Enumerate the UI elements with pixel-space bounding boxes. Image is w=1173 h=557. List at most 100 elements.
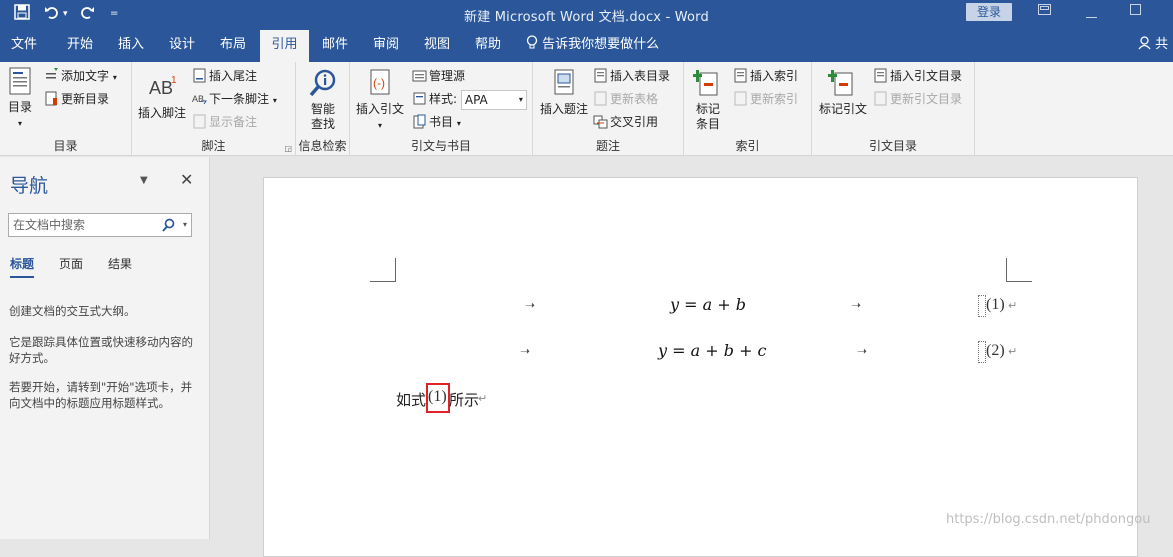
tab-view[interactable]: 视图: [413, 30, 461, 62]
search-dropdown-icon[interactable]: ▾: [183, 214, 187, 236]
dialog-launcher-icon[interactable]: ◲: [284, 144, 292, 153]
tell-me-box[interactable]: 告诉我你想要做什么: [526, 30, 659, 62]
share-button[interactable]: 共: [1138, 30, 1168, 62]
footnote-icon: AB1: [149, 75, 177, 98]
style-select[interactable]: APA ▾: [460, 89, 527, 110]
manage-sources-label: 管理源: [429, 69, 466, 83]
tab-mailings[interactable]: 邮件: [311, 30, 359, 62]
nav-options-icon[interactable]: ▼: [140, 175, 148, 186]
svg-text:(-): (-): [373, 76, 385, 90]
cross-reference-icon: [593, 115, 608, 129]
cross-reference-label: 交叉引用: [610, 115, 659, 129]
insert-footnote-button[interactable]: AB 1 插入脚注: [136, 72, 188, 121]
table-of-figures-icon: [594, 68, 607, 83]
add-text-icon: [46, 68, 58, 79]
update-table-icon: [594, 91, 607, 106]
smart-lookup-button[interactable]: 智能 查找: [300, 68, 346, 132]
insert-citation-button[interactable]: (-) 插入引文 ▾: [354, 68, 406, 133]
update-index-button[interactable]: 更新索引: [733, 89, 798, 109]
equation-2[interactable]: y = a + b + c: [658, 341, 767, 360]
mark-entry-button[interactable]: 标记 条目: [688, 68, 728, 132]
tab-layout[interactable]: 布局: [209, 30, 257, 62]
search-icon[interactable]: [162, 217, 175, 239]
tab-references[interactable]: 引用: [260, 30, 309, 62]
equation-2-number[interactable]: (2): [986, 342, 1005, 360]
svg-text:AB: AB: [149, 78, 173, 98]
bibliography-label: 书目: [429, 115, 454, 129]
nav-search-input[interactable]: 在文档中搜索 ▾: [8, 213, 192, 237]
insert-index-button[interactable]: 插入索引: [733, 66, 798, 86]
insert-tof-label: 插入表目录: [610, 69, 671, 83]
update-toc-icon: [45, 91, 57, 106]
show-notes-icon: [193, 114, 206, 129]
ribbon-display-icon[interactable]: [1038, 4, 1051, 19]
mark-entry-label-1: 标记: [695, 102, 720, 116]
nav-help-text-1: 创建文档的交互式大纲。: [9, 304, 136, 318]
tell-me-label: 告诉我你想要做什么: [542, 37, 660, 52]
insert-endnote-button[interactable]: 插入尾注: [192, 66, 257, 86]
update-table-button[interactable]: 更新表格: [593, 89, 658, 109]
show-notes-button[interactable]: 显示备注: [192, 112, 257, 132]
toc-button[interactable]: 目录 ▾: [4, 66, 36, 131]
group-label-footnotes: 脚注: [201, 139, 226, 153]
equation-1[interactable]: y = a + b: [670, 295, 746, 314]
body-text-before[interactable]: 如式: [396, 389, 426, 410]
insert-caption-button[interactable]: 插入题注: [537, 68, 591, 117]
close-icon[interactable]: ✕: [180, 170, 193, 189]
bibliography-button[interactable]: 书目 ▾: [412, 112, 461, 132]
add-text-button[interactable]: 添加文字 ▾: [44, 66, 117, 86]
update-table-label: 更新表格: [610, 92, 659, 106]
body-text-after[interactable]: 所示: [449, 389, 479, 410]
manage-sources-icon: [412, 70, 427, 82]
chevron-down-icon: ▾: [518, 94, 523, 104]
add-text-label: 添加文字: [61, 69, 110, 83]
citation-style-control[interactable]: 样式: APA ▾: [412, 89, 527, 110]
manage-sources-button[interactable]: 管理源: [412, 66, 465, 86]
insert-footnote-label: 插入脚注: [137, 106, 186, 120]
insert-index-label: 插入索引: [750, 69, 799, 83]
group-table-of-authorities: 标记引文 插入引文目录 更新引文目录 引文目录: [812, 62, 975, 156]
tab-home[interactable]: 开始: [56, 30, 104, 62]
insert-toa-button[interactable]: 插入引文目录: [873, 66, 962, 86]
smart-lookup-icon: [309, 69, 336, 97]
insert-caption-label: 插入题注: [539, 102, 588, 116]
update-toa-button[interactable]: 更新引文目录: [873, 89, 962, 109]
svg-text:AB: AB: [192, 94, 204, 104]
group-label-index: 索引: [735, 139, 760, 153]
cross-reference-button[interactable]: 交叉引用: [593, 112, 658, 132]
equation-1-number[interactable]: (1): [986, 296, 1005, 314]
update-index-label: 更新索引: [750, 92, 799, 106]
update-toa-label: 更新引文目录: [890, 92, 963, 106]
tab-help[interactable]: 帮助: [464, 30, 512, 62]
update-toa-icon: [874, 91, 887, 106]
insert-endnote-label: 插入尾注: [209, 69, 258, 83]
tab-insert[interactable]: 插入: [107, 30, 155, 62]
minimize-icon[interactable]: [1086, 8, 1098, 22]
nav-tab-headings[interactable]: 标题: [10, 255, 35, 278]
navigation-pane: 导航 ▼ ✕ 在文档中搜索 ▾ 标题 页面 结果 创建文档的交互式大纲。 它是跟…: [0, 157, 210, 539]
update-toc-button[interactable]: 更新目录: [44, 89, 109, 109]
maximize-icon[interactable]: [1130, 4, 1142, 19]
field-marker: [978, 295, 986, 317]
mark-citation-button[interactable]: 标记引文: [816, 68, 870, 117]
next-footnote-icon: AB: [192, 94, 207, 105]
document-page[interactable]: ➝ y = a + b ➝ (1) ↵ ➝ y = a + b + c ➝ (2…: [263, 177, 1138, 557]
endnote-icon: [193, 68, 206, 83]
tab-design[interactable]: 设计: [158, 30, 206, 62]
nav-tab-pages[interactable]: 页面: [59, 255, 83, 272]
toc-icon: [9, 67, 31, 95]
tab-review[interactable]: 审阅: [362, 30, 410, 62]
group-label-toc: 目录: [53, 139, 78, 153]
smart-lookup-label-2: 查找: [310, 117, 335, 131]
show-notes-label: 显示备注: [209, 115, 258, 129]
nav-tab-results[interactable]: 结果: [108, 255, 132, 272]
insert-table-of-figures-button[interactable]: 插入表目录: [593, 66, 670, 86]
login-button[interactable]: 登录: [966, 3, 1012, 21]
update-toc-label: 更新目录: [61, 92, 110, 106]
paragraph-mark: ↵: [1008, 299, 1018, 312]
nav-help-text-2: 它是跟踪具体位置或快速移动内容的好方式。: [9, 335, 193, 365]
next-footnote-button[interactable]: AB 下一条脚注 ▾: [192, 89, 277, 109]
field-marker: [978, 341, 986, 363]
tab-file[interactable]: 文件: [0, 30, 48, 62]
tab-arrow: ➝: [857, 344, 868, 358]
